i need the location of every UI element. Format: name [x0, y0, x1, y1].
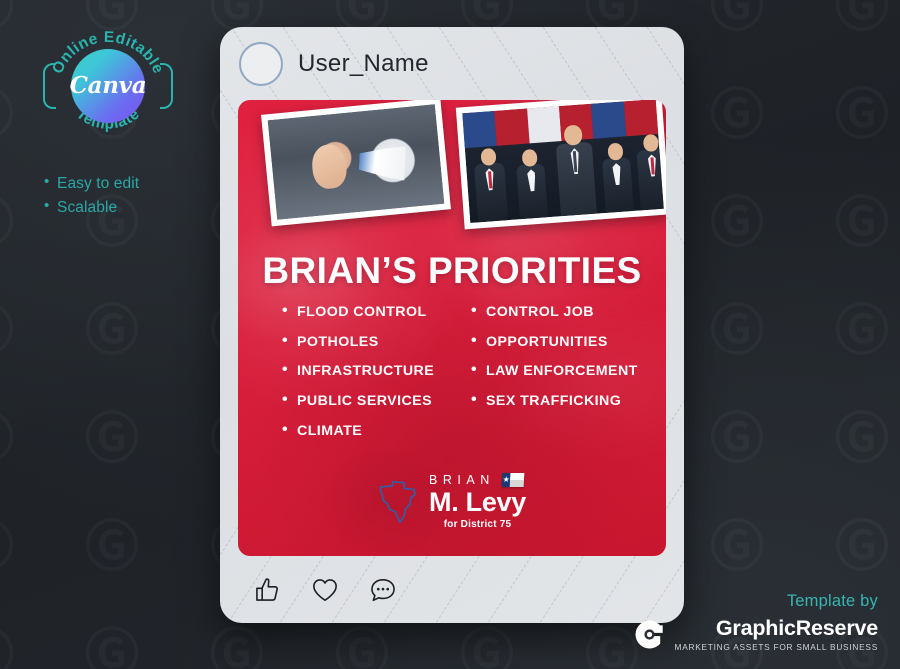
priorities-column-left: FLOOD CONTROL POTHOLES INFRASTRUCTURE PUBLI… [282, 303, 453, 454]
candidate-first-name: BRIAN [429, 472, 495, 487]
graphicreserve-logo-icon [635, 620, 663, 649]
background-watermark: Ⓖ [0, 628, 14, 669]
comment-icon[interactable] [368, 575, 398, 605]
texas-flag-icon [501, 473, 525, 487]
canva-wordmark: Canva [69, 71, 147, 99]
background-watermark: Ⓖ [835, 520, 889, 574]
background-watermark: Ⓖ [835, 88, 889, 142]
priority-item: INFRASTRUCTURE [282, 362, 453, 378]
background-watermark: Ⓖ [0, 88, 14, 142]
photo-collage [238, 100, 666, 236]
background-watermark: Ⓖ [835, 196, 889, 250]
candidate-logo-lockup: BRIAN M. Levy for District 75 [238, 473, 666, 530]
flag-backdrop [462, 100, 659, 149]
priority-item: POTHOLES [282, 333, 453, 349]
priorities-column-right: CONTROL JOB OPPORTUNITIES LAW ENFORCEMENT S… [471, 303, 642, 454]
background-watermark: Ⓖ [0, 304, 14, 358]
background-watermark: Ⓖ [210, 628, 264, 669]
campaign-poster: BRIAN’S PRIORITIES FLOOD CONTROL POTHOLES… [238, 100, 666, 556]
canva-badge: Online Editable Template Canva [43, 22, 173, 150]
background-watermark: Ⓖ [0, 196, 14, 250]
background-watermark: Ⓖ [710, 520, 764, 574]
background-watermark: Ⓖ [335, 628, 389, 669]
card-header: User_Name [220, 27, 684, 100]
priority-item: LAW ENFORCEMENT [471, 362, 642, 378]
priority-item: PUBLIC SERVICES [282, 392, 453, 408]
promo-feature-item: Scalable [44, 195, 198, 220]
avatar[interactable] [239, 41, 283, 86]
background-watermark: Ⓖ [710, 304, 764, 358]
candidate-district: for District 75 [443, 519, 512, 530]
priority-item: FLOOD CONTROL [282, 303, 453, 319]
graphicreserve-branding: Template by GraphicReserve MARKETING ASS… [633, 592, 878, 651]
user-name: User_Name [298, 49, 429, 77]
background-watermark: Ⓖ [0, 0, 14, 34]
template-by-label: Template by [786, 592, 878, 610]
background-watermark: Ⓖ [835, 412, 889, 466]
background-watermark: Ⓖ [710, 0, 764, 34]
thumbs-up-icon[interactable] [252, 575, 282, 605]
bracket-right-icon [160, 63, 173, 109]
priority-item: OPPORTUNITIES [471, 333, 642, 349]
poster-title: BRIAN’S PRIORITIES [262, 250, 642, 291]
background-watermark: Ⓖ [585, 628, 639, 669]
promo-panel: Online Editable Template Canva Easy to e… [18, 22, 198, 219]
background-watermark: Ⓖ [710, 88, 764, 142]
background-watermark: Ⓖ [710, 196, 764, 250]
background-watermark: Ⓖ [0, 520, 14, 574]
promo-feature-item: Easy to edit [44, 171, 198, 196]
background-watermark: Ⓖ [85, 520, 139, 574]
heart-icon[interactable] [310, 575, 340, 605]
priority-item: SEX TRAFFICKING [471, 392, 642, 408]
candidate-name: M. Levy [429, 487, 526, 517]
priorities-lists: FLOOD CONTROL POTHOLES INFRASTRUCTURE PUBLI… [282, 303, 642, 454]
photo-megaphone [261, 100, 451, 227]
promo-feature-list: Easy to edit Scalable [18, 171, 198, 220]
texas-outline-icon [379, 480, 416, 523]
background-watermark: Ⓖ [460, 628, 514, 669]
background-watermark: Ⓖ [835, 0, 889, 34]
canva-logo-circle: Canva [69, 49, 147, 123]
graphicreserve-tagline: MARKETING ASSETS FOR SMALL BUSINESS [674, 641, 878, 652]
background-watermark: Ⓖ [85, 304, 139, 358]
background-watermark: Ⓖ [0, 412, 14, 466]
photo-campaign-team [455, 100, 666, 230]
priority-item: CONTROL JOB [471, 303, 642, 319]
social-post-card: User_Name BRIAN’S PRIORITIES • FLOOD CON… [220, 27, 684, 623]
graphicreserve-name: GraphicReserve [715, 616, 878, 641]
background-watermark: Ⓖ [710, 412, 764, 466]
bracket-left-icon [43, 63, 56, 109]
background-watermark: Ⓖ [835, 304, 889, 358]
background-watermark: Ⓖ [85, 412, 139, 466]
priority-item: CLIMATE [282, 422, 453, 438]
card-action-bar [220, 556, 684, 623]
background-watermark: Ⓖ [85, 628, 139, 669]
